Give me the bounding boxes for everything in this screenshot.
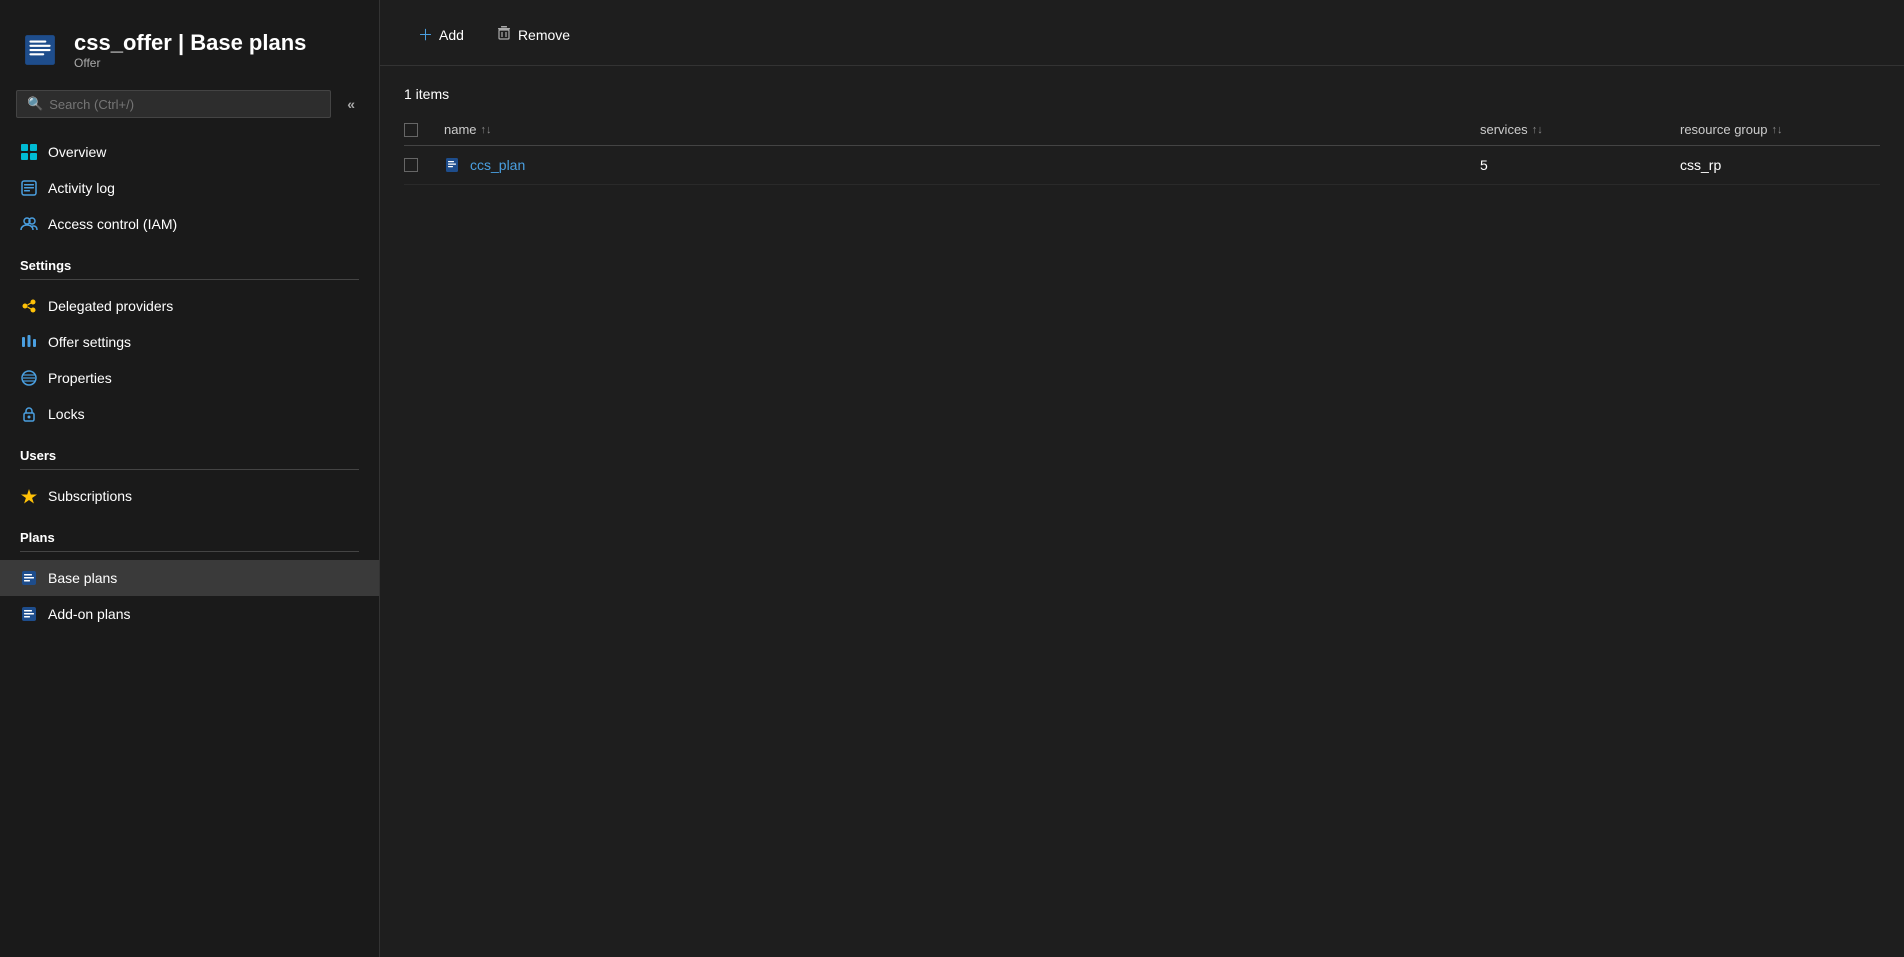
toolbar: ＋ Add Remove: [380, 0, 1904, 66]
add-button[interactable]: ＋ Add: [404, 18, 478, 51]
page-subtitle: Offer: [74, 56, 306, 70]
activity-log-icon: [20, 179, 38, 197]
rg-col-header[interactable]: resource group ↑↓: [1680, 122, 1880, 137]
offer-settings-label: Offer settings: [48, 334, 131, 350]
search-row: 🔍 «: [0, 90, 379, 134]
offer-settings-icon: [20, 333, 38, 351]
search-icon: 🔍: [27, 96, 43, 112]
rg-col-label: resource group: [1680, 122, 1767, 137]
sidebar-item-offer-settings[interactable]: Offer settings: [0, 324, 379, 360]
activity-log-label: Activity log: [48, 180, 115, 196]
table-header: name ↑↓ services ↑↓ resource group ↑↓: [404, 114, 1880, 146]
add-icon: ＋: [418, 24, 433, 45]
sidebar-item-activity-log[interactable]: Activity log: [0, 170, 379, 206]
base-plans-label: Base plans: [48, 570, 117, 586]
subscriptions-icon: [20, 487, 38, 505]
header-checkbox-cell: [404, 123, 444, 137]
remove-icon: [496, 25, 512, 45]
row-checkbox[interactable]: [404, 158, 418, 172]
rg-sort-icon: ↑↓: [1771, 124, 1782, 136]
sidebar-item-overview[interactable]: Overview: [0, 134, 379, 170]
page-title: css_offer | Base plans: [74, 30, 306, 56]
services-col-label: services: [1480, 122, 1528, 137]
row-name: ccs_plan: [470, 157, 525, 173]
sidebar-header: css_offer | Base plans Offer: [0, 20, 379, 90]
row-services: 5: [1480, 157, 1680, 173]
sidebar-item-subscriptions[interactable]: Subscriptions: [0, 478, 379, 514]
base-plans-icon: [20, 569, 38, 587]
name-sort-icon: ↑↓: [481, 124, 492, 136]
users-section-label: Users: [0, 432, 379, 469]
content-area: 1 items name ↑↓ services ↑↓ resource gro…: [380, 66, 1904, 957]
locks-icon: [20, 405, 38, 423]
addon-plans-label: Add-on plans: [48, 606, 131, 622]
settings-divider: [20, 279, 359, 280]
locks-label: Locks: [48, 406, 85, 422]
row-resource-group: css_rp: [1680, 157, 1880, 173]
remove-button[interactable]: Remove: [482, 19, 584, 51]
remove-label: Remove: [518, 27, 570, 43]
sidebar-item-addon-plans[interactable]: Add-on plans: [0, 596, 379, 632]
users-divider: [20, 469, 359, 470]
sidebar: css_offer | Base plans Offer 🔍 «: [0, 0, 380, 957]
name-col-header[interactable]: name ↑↓: [444, 122, 1480, 137]
plan-row-icon: [444, 156, 462, 174]
sidebar-item-delegated-providers[interactable]: Delegated providers: [0, 288, 379, 324]
items-count: 1 items: [404, 86, 1880, 102]
settings-section-label: Settings: [0, 242, 379, 279]
overview-label: Overview: [48, 144, 106, 160]
add-label: Add: [439, 27, 464, 43]
addon-plans-icon: [20, 605, 38, 623]
sidebar-header-text: css_offer | Base plans Offer: [74, 30, 306, 70]
sidebar-item-iam[interactable]: Access control (IAM): [0, 206, 379, 242]
row-name-cell: ccs_plan: [444, 156, 1480, 174]
services-sort-icon: ↑↓: [1532, 124, 1543, 136]
services-col-header[interactable]: services ↑↓: [1480, 122, 1680, 137]
plans-divider: [20, 551, 359, 552]
iam-label: Access control (IAM): [48, 216, 177, 232]
iam-icon: [20, 215, 38, 233]
properties-label: Properties: [48, 370, 112, 386]
main-content: ＋ Add Remove 1 items: [380, 0, 1904, 957]
table-row[interactable]: ccs_plan 5 css_rp: [404, 146, 1880, 185]
search-box[interactable]: 🔍: [16, 90, 331, 118]
offer-header-icon: [20, 30, 60, 70]
plans-section-label: Plans: [0, 514, 379, 551]
collapse-button[interactable]: «: [339, 92, 363, 116]
delegated-providers-label: Delegated providers: [48, 298, 173, 314]
properties-icon: [20, 369, 38, 387]
name-col-label: name: [444, 122, 477, 137]
sidebar-item-locks[interactable]: Locks: [0, 396, 379, 432]
overview-icon: [20, 143, 38, 161]
sidebar-item-properties[interactable]: Properties: [0, 360, 379, 396]
select-all-checkbox[interactable]: [404, 123, 418, 137]
sidebar-item-base-plans[interactable]: Base plans: [0, 560, 379, 596]
subscriptions-label: Subscriptions: [48, 488, 132, 504]
search-input[interactable]: [49, 97, 320, 112]
row-checkbox-cell: [404, 158, 444, 172]
delegated-icon: [20, 297, 38, 315]
